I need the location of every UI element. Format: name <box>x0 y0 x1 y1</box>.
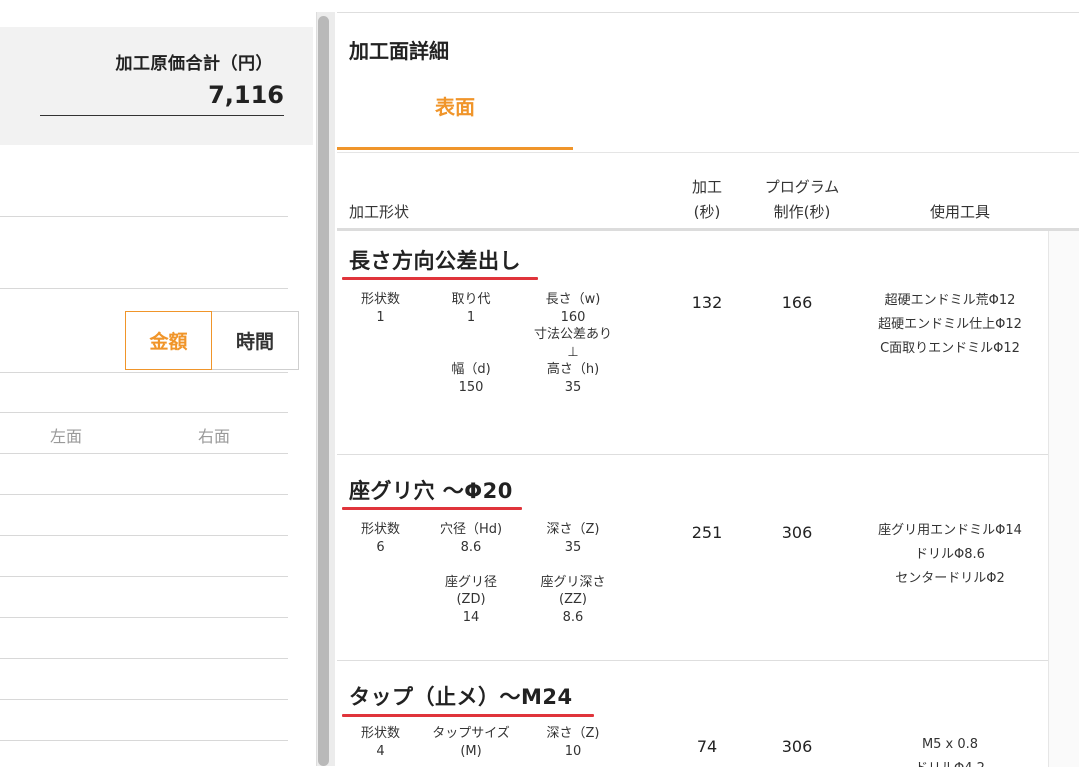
program-seconds: 306 <box>781 737 813 756</box>
amount-tab-button[interactable]: 金額 <box>125 311 212 370</box>
table-row <box>0 740 288 741</box>
table-row <box>0 576 288 577</box>
param-col-1: 形状数 1 <box>360 292 400 325</box>
cost-summary: 加工原価合計（円） 7,116 <box>0 27 313 145</box>
process-seconds: 132 <box>691 293 723 312</box>
tool-item: センタードリルΦ2 <box>895 571 1005 586</box>
divider <box>0 288 288 289</box>
title-underline <box>342 507 522 510</box>
param-col-2: 取り代 1 幅（d) 150 <box>451 292 491 395</box>
header-program-sec: プログラム 制作(秒) <box>752 175 852 225</box>
face-header-right: 右面 <box>198 427 231 446</box>
tab-front-face[interactable]: 表面 <box>337 91 573 120</box>
shape-section: 長さ方向公差出し 形状数 1 取り代 1 幅（d) 150 長さ（w) 160 寸法公差… <box>337 231 1048 453</box>
tool-item: 超硬エンドミル仕上Φ12 <box>878 317 1022 332</box>
shape-title: 長さ方向公差出し <box>349 249 521 273</box>
active-tab-indicator <box>337 147 573 150</box>
param-col-1: 形状数 6 <box>360 522 400 555</box>
tool-list: 超硬エンドミル荒Φ12 超硬エンドミル仕上Φ12 C面取りエンドミルΦ12 <box>850 289 1050 361</box>
header-process-sec: 加工 (秒) <box>689 175 725 225</box>
panel-title: 加工面詳細 <box>349 39 449 63</box>
param-col-3: 長さ（w) 160 寸法公差あり ⊥ 高さ（h) 35 <box>533 292 612 395</box>
tool-item: 超硬エンドミル荒Φ12 <box>884 293 1016 308</box>
table-row <box>0 699 288 700</box>
tool-item: 座グリ用エンドミルΦ14 <box>878 523 1022 538</box>
header-shape: 加工形状 <box>349 203 410 221</box>
shape-section: 座グリ穴 〜Φ20 形状数 6 穴径（Hd) 8.6 座グリ径 (ZD) 14 深さ（Z… <box>337 455 1048 660</box>
tool-item: M5 x 0.8 <box>921 737 979 752</box>
table-row <box>0 494 288 495</box>
table-row <box>0 658 288 659</box>
divider <box>0 372 288 373</box>
left-panel: 加工原価合計（円） 7,116 金額 時間 左面 右面 <box>0 0 313 766</box>
program-seconds: 166 <box>781 293 813 312</box>
param-col-3: 深さ（Z) 35 座グリ深さ (ZZ) 8.6 <box>540 522 606 625</box>
process-seconds: 251 <box>691 523 723 542</box>
table-row <box>0 535 288 536</box>
face-header-left: 左面 <box>50 427 83 446</box>
process-seconds: 74 <box>696 737 718 756</box>
program-seconds: 306 <box>781 523 813 542</box>
shape-title: タップ（止メ）〜M24 <box>349 685 573 709</box>
main-scrollbar-thumb[interactable] <box>318 16 329 766</box>
machining-detail-panel: 加工面詳細 表面 加工形状 加工 (秒) プログラム 制作(秒) 使用工具 長さ… <box>337 12 1079 767</box>
tool-item: C面取りエンドミルΦ12 <box>880 341 1020 356</box>
time-tab-button[interactable]: 時間 <box>212 311 299 370</box>
divider <box>337 152 1079 153</box>
divider <box>0 216 288 217</box>
param-col-3: 深さ（Z) 10 <box>546 726 600 759</box>
title-underline <box>342 277 538 280</box>
cost-total-label: 加工原価合計（円） <box>115 54 273 74</box>
header-process-line1: 加工 <box>691 178 722 196</box>
table-row <box>0 617 288 618</box>
tool-list: M5 x 0.8 ドリルΦ4.2 <box>850 733 1048 767</box>
shape-section: タップ（止メ）〜M24 形状数 4 タップサイズ (M) 深さ（Z) 10 74 30… <box>337 661 1048 767</box>
param-col-2: タップサイズ (M) <box>432 726 510 759</box>
shape-title: 座グリ穴 〜Φ20 <box>349 479 513 503</box>
header-program-line2: 制作(秒) <box>773 203 831 221</box>
header-program-line1: プログラム <box>764 178 840 196</box>
header-process-line2: (秒) <box>693 203 721 221</box>
tool-list: 座グリ用エンドミルΦ14 ドリルΦ8.6 センタードリルΦ2 <box>850 519 1050 591</box>
cost-total-value: 7,116 <box>208 81 284 109</box>
amount-time-toggle: 金額 時間 <box>125 311 299 370</box>
divider <box>0 412 288 413</box>
param-col-1: 形状数 4 <box>360 726 400 759</box>
param-col-2: 穴径（Hd) 8.6 座グリ径 (ZD) 14 <box>439 522 503 625</box>
divider <box>40 115 284 116</box>
title-underline <box>342 714 594 717</box>
detail-scrollbar-track[interactable] <box>1048 231 1079 767</box>
header-tools: 使用工具 <box>929 203 990 221</box>
tool-item: ドリルΦ8.6 <box>915 547 985 562</box>
divider <box>0 453 288 454</box>
